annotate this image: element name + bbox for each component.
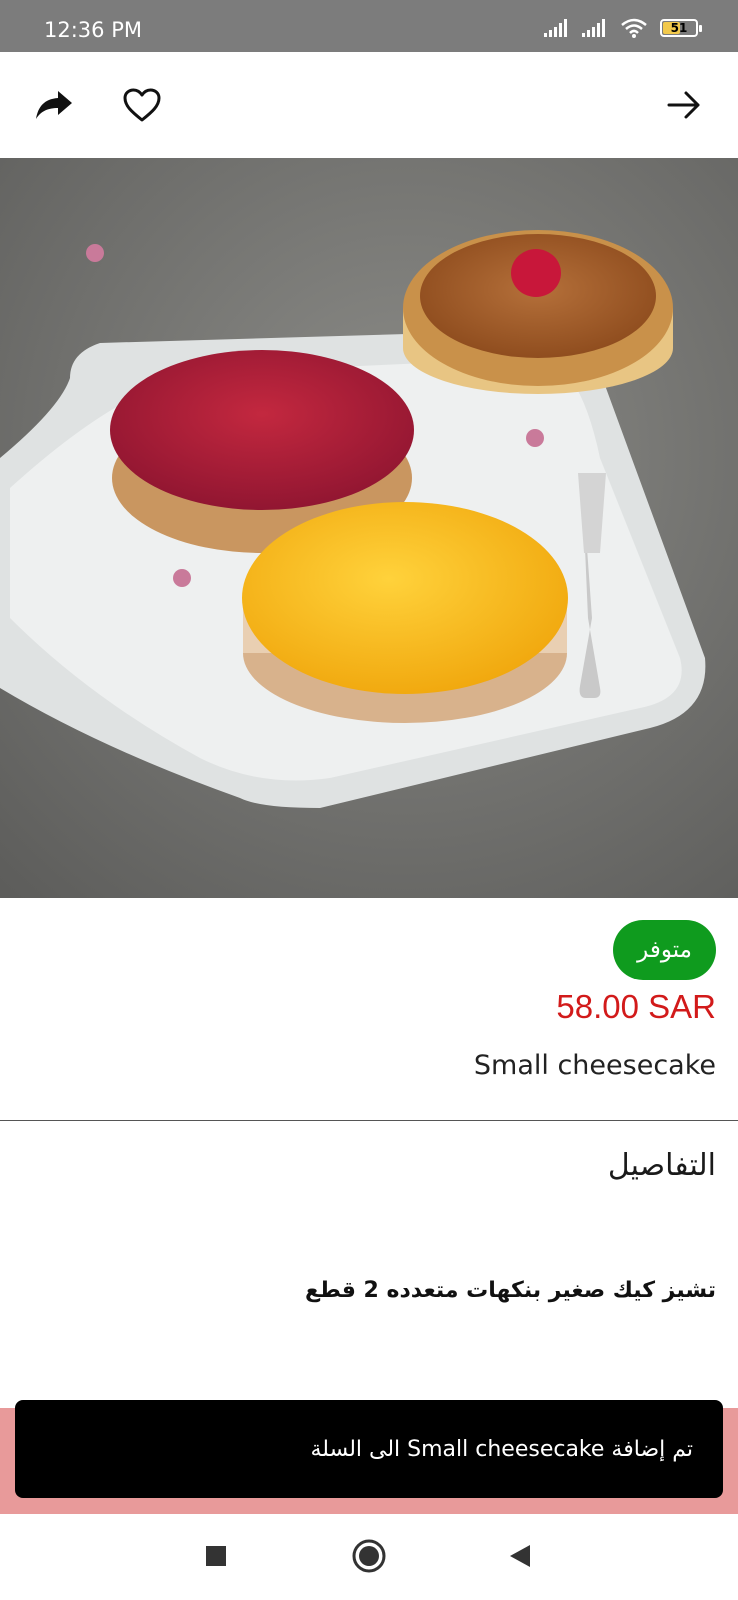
status-icons: 51: [544, 16, 702, 40]
product-price: 58.00 SAR: [556, 988, 716, 1025]
product-info: متوفر 58.00 SAR Small cheesecake: [0, 898, 738, 1120]
triangle-back-icon: [510, 1545, 530, 1567]
circle-icon: [352, 1539, 386, 1573]
status-time: 12:36 PM: [44, 18, 142, 42]
signal-icon: [544, 19, 567, 37]
heart-icon: [123, 88, 161, 122]
availability-badge: متوفر: [613, 920, 716, 980]
product-image: [0, 158, 738, 898]
back-button[interactable]: [660, 81, 708, 129]
share-button[interactable]: [30, 81, 78, 129]
share-icon: [36, 91, 72, 119]
home-button[interactable]: [349, 1536, 389, 1576]
snackbar: تم إضافة Small cheesecake الى السلة: [15, 1400, 723, 1498]
app-bar: [0, 52, 738, 158]
system-nav-bar: [0, 1514, 738, 1600]
favorite-button[interactable]: [118, 81, 166, 129]
details-description: تشيز كيك صغير بنكهات متعدده 2 قطع: [305, 1278, 716, 1303]
arrow-right-icon: [667, 91, 700, 119]
snackbar-message: تم إضافة Small cheesecake الى السلة: [310, 1436, 693, 1462]
wifi-icon: [621, 18, 647, 38]
battery-level: 51: [670, 21, 688, 35]
divider: [0, 1120, 738, 1121]
product-name: Small cheesecake: [473, 1050, 716, 1081]
square-icon: [206, 1546, 226, 1566]
signal-icon: [582, 19, 605, 37]
status-bar: 12:36 PM 51: [0, 0, 738, 52]
battery-icon: 51: [660, 19, 702, 37]
recents-button[interactable]: [196, 1536, 236, 1576]
back-nav-button[interactable]: [500, 1536, 540, 1576]
details-heading: التفاصيل: [607, 1148, 716, 1183]
